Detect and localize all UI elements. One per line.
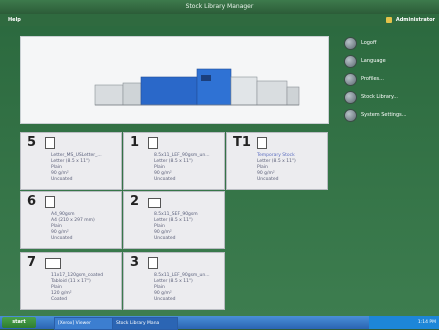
taskbar-item-stock-library[interactable]: Stock Library Mana <box>112 317 178 330</box>
tray-7[interactable]: 7 11x17_120gsm_coated Tabloid (11 x 17")… <box>20 252 122 310</box>
paper-icon <box>148 198 161 208</box>
stock-library-icon <box>344 90 357 104</box>
menu-bar: Help Administrator <box>0 14 439 26</box>
tray-number: 5 <box>27 135 37 150</box>
stock-coating: Uncoated <box>257 177 279 182</box>
logoff-icon <box>344 36 357 50</box>
paper-icon <box>45 258 61 269</box>
stock-library-button[interactable]: Stock Library... <box>344 90 436 104</box>
system-settings-label: System Settings... <box>361 112 407 118</box>
paper-icon <box>148 257 158 269</box>
tray-number: 6 <box>27 194 37 209</box>
window-title: Stock Library Manager <box>185 3 254 10</box>
profiles-label: Profiles... <box>361 76 384 82</box>
language-icon <box>344 54 357 68</box>
start-button[interactable]: start <box>2 317 36 328</box>
stock-coating: Coated <box>51 297 68 302</box>
language-label: Language <box>361 58 386 64</box>
tray-2[interactable]: 2 8.5x11_SEF_90gsm Letter (8.5 x 11") Pl… <box>123 191 225 249</box>
help-menu[interactable]: Help <box>8 14 21 26</box>
tray-t1[interactable]: T1 Temporary Stock Letter (8.5 x 11") Pl… <box>226 132 328 190</box>
stock-library-label: Stock Library... <box>361 94 398 100</box>
system-settings-button[interactable]: System Settings... <box>344 108 436 122</box>
user-icon <box>386 16 393 23</box>
tray-6[interactable]: 6 A4_90gsm A4 (210 x 297 mm) Plain 90 g/… <box>20 191 122 249</box>
window-title-bar: Stock Library Manager <box>0 0 439 14</box>
printer-diagram <box>20 36 329 124</box>
logoff-label: Logoff <box>361 40 377 46</box>
tray-number: 2 <box>130 194 140 209</box>
stock-coating: Uncoated <box>154 177 176 182</box>
tray-number: T1 <box>233 135 251 150</box>
taskbar-item-viewer[interactable]: [Xerox] Viewer <box>54 317 114 330</box>
tray-number: 7 <box>27 255 37 270</box>
user-label: Administrator <box>395 17 435 23</box>
paper-icon <box>45 196 55 208</box>
stock-coating: Uncoated <box>51 177 73 182</box>
tray-number: 1 <box>130 135 140 150</box>
language-button[interactable]: Language <box>344 54 436 68</box>
tray-3[interactable]: 3 8.5x11_LEF_90gsm_un... Letter (8.5 x 1… <box>123 252 225 310</box>
taskbar: start [Xerox] Viewer Stock Library Mana … <box>0 316 439 330</box>
tray-5[interactable]: 5 Letter_MS_USLetter_... Letter (8.5 x 1… <box>20 132 122 190</box>
system-tray: 1:14 PM <box>369 316 439 329</box>
clock: 1:14 PM <box>417 320 436 325</box>
profiles-icon <box>344 72 357 86</box>
stock-coating: Uncoated <box>154 297 176 302</box>
stock-coating: Uncoated <box>154 236 176 241</box>
user-menu[interactable]: Administrator <box>386 14 435 26</box>
tray-1[interactable]: 1 8.5x11_LEF_90gsm_un... Letter (8.5 x 1… <box>123 132 225 190</box>
profiles-button[interactable]: Profiles... <box>344 72 436 86</box>
paper-icon <box>148 137 158 149</box>
system-settings-icon <box>344 108 357 122</box>
paper-icon <box>257 137 267 149</box>
logoff-button[interactable]: Logoff <box>344 36 436 50</box>
stock-coating: Uncoated <box>51 236 73 241</box>
printer-graphic <box>94 68 300 106</box>
tray-number: 3 <box>130 255 140 270</box>
paper-icon <box>45 137 55 149</box>
